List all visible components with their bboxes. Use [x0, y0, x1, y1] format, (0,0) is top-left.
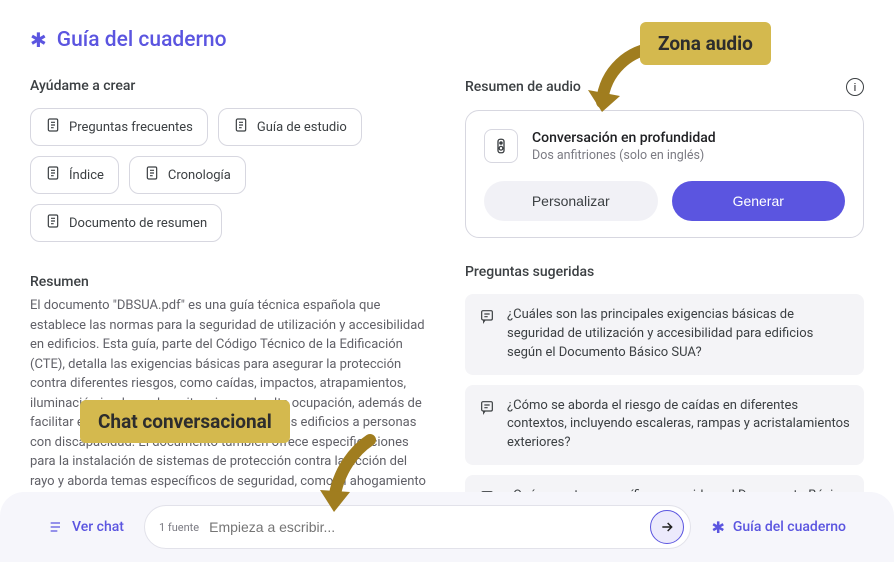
info-icon[interactable]: i [846, 78, 864, 96]
chip-faq[interactable]: Preguntas frecuentes [30, 108, 208, 146]
send-button[interactable] [650, 510, 684, 544]
audio-title: Conversación en profundidad [532, 130, 716, 146]
notebook-guide-button[interactable]: ✱ Guía del cuaderno [711, 518, 846, 537]
suggested-question[interactable]: ¿Cuáles son las principales exigencias b… [465, 294, 864, 375]
create-chip-group: Preguntas frecuentes Guía de estudio Índic… [30, 108, 429, 242]
document-icon [45, 117, 61, 137]
view-chat-button[interactable]: Ver chat [48, 519, 124, 535]
chip-label: Guía de estudio [257, 120, 347, 135]
chip-label: Índice [69, 168, 104, 183]
summary-heading: Resumen [30, 274, 429, 290]
speaker-icon [484, 129, 518, 163]
sparkle-icon: ✱ [30, 28, 47, 52]
suggested-question-text: ¿Cómo se aborda el riesgo de caídas en d… [507, 397, 850, 454]
chip-summary-doc[interactable]: Documento de resumen [30, 204, 222, 242]
generate-button[interactable]: Generar [672, 181, 846, 221]
page-title: Guía del cuaderno [57, 28, 227, 52]
chip-label: Documento de resumen [69, 216, 207, 231]
document-icon [233, 117, 249, 137]
audio-section-label: Resumen de audio [465, 79, 581, 95]
sources-count: 1 fuente [159, 521, 199, 534]
document-icon [45, 213, 61, 233]
chip-study-guide[interactable]: Guía de estudio [218, 108, 362, 146]
view-chat-label: Ver chat [72, 519, 124, 535]
notebook-guide-label: Guía del cuaderno [733, 519, 846, 535]
audio-card: Conversación en profundidad Dos anfitrio… [465, 110, 864, 238]
chip-index[interactable]: Índice [30, 156, 119, 194]
chat-input-wrap: 1 fuente [144, 505, 691, 549]
bottom-bar: Ver chat 1 fuente ✱ Guía del cuaderno [0, 492, 894, 562]
chip-label: Preguntas frecuentes [69, 120, 193, 135]
personalize-button[interactable]: Personalizar [484, 181, 658, 221]
suggested-question[interactable]: ¿Cómo se aborda el riesgo de caídas en d… [465, 385, 864, 466]
suggested-question-text: ¿Cuáles son las principales exigencias b… [507, 306, 850, 363]
chat-bubble-icon [479, 397, 495, 454]
document-icon [45, 165, 61, 185]
create-section-label: Ayúdame a crear [30, 78, 429, 94]
document-icon [144, 165, 160, 185]
page-title-row: ✱ Guía del cuaderno [30, 28, 864, 52]
chip-label: Cronología [168, 168, 231, 183]
chat-input[interactable] [209, 519, 640, 535]
summary-text: El documento "DBSUA.pdf" es una guía téc… [30, 296, 429, 511]
audio-subtitle: Dos anfitriones (solo en inglés) [532, 148, 716, 163]
suggested-section-label: Preguntas sugeridas [465, 264, 864, 280]
sparkle-small-icon: ✱ [711, 518, 724, 537]
chip-timeline[interactable]: Cronología [129, 156, 246, 194]
chat-bubble-icon [479, 306, 495, 363]
